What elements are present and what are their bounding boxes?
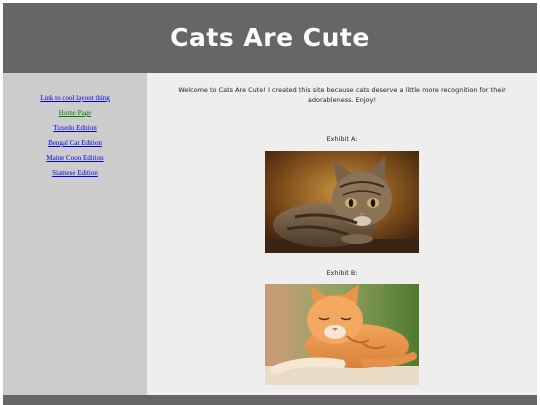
site-title: Cats Are Cute: [170, 22, 370, 52]
main-content: Welcome to Cats Are Cute! I created this…: [147, 73, 537, 395]
exhibit-b-label: Exhibit B:: [326, 269, 358, 277]
nav-link-maine-coon[interactable]: Maine Coon Edition: [46, 154, 103, 162]
nav-item-tuxedo: Tuxedo Edition: [3, 117, 147, 132]
nav-item-cool-layout: Link to cool layout thing: [3, 87, 147, 102]
sidebar-nav: Link to cool layout thing Home Page Tuxe…: [3, 73, 147, 177]
intro-text: Welcome to Cats Are Cute! I created this…: [178, 86, 506, 104]
nav-link-home[interactable]: Home Page: [59, 109, 91, 117]
nav-item-home: Home Page: [3, 102, 147, 117]
site-header: Cats Are Cute: [3, 3, 537, 73]
nav-item-maine-coon: Maine Coon Edition: [3, 147, 147, 162]
page-frame: Cats Are Cute Link to cool layout thing …: [3, 3, 537, 405]
orange-cat-photo: [265, 284, 419, 385]
exhibit-a-label: Exhibit A:: [326, 135, 358, 143]
nav-link-tuxedo[interactable]: Tuxedo Edition: [53, 124, 97, 132]
tabby-cat-photo: [265, 151, 419, 253]
site-footer: [3, 395, 537, 405]
sidebar: Link to cool layout thing Home Page Tuxe…: [3, 73, 147, 395]
nav-link-bengal[interactable]: Bengal Cat Edition: [48, 139, 102, 147]
nav-link-cool-layout[interactable]: Link to cool layout thing: [40, 94, 110, 102]
nav-item-siamese: Siamese Edition: [3, 162, 147, 177]
nav-link-siamese[interactable]: Siamese Edition: [52, 169, 98, 177]
nav-item-bengal: Bengal Cat Edition: [3, 132, 147, 147]
